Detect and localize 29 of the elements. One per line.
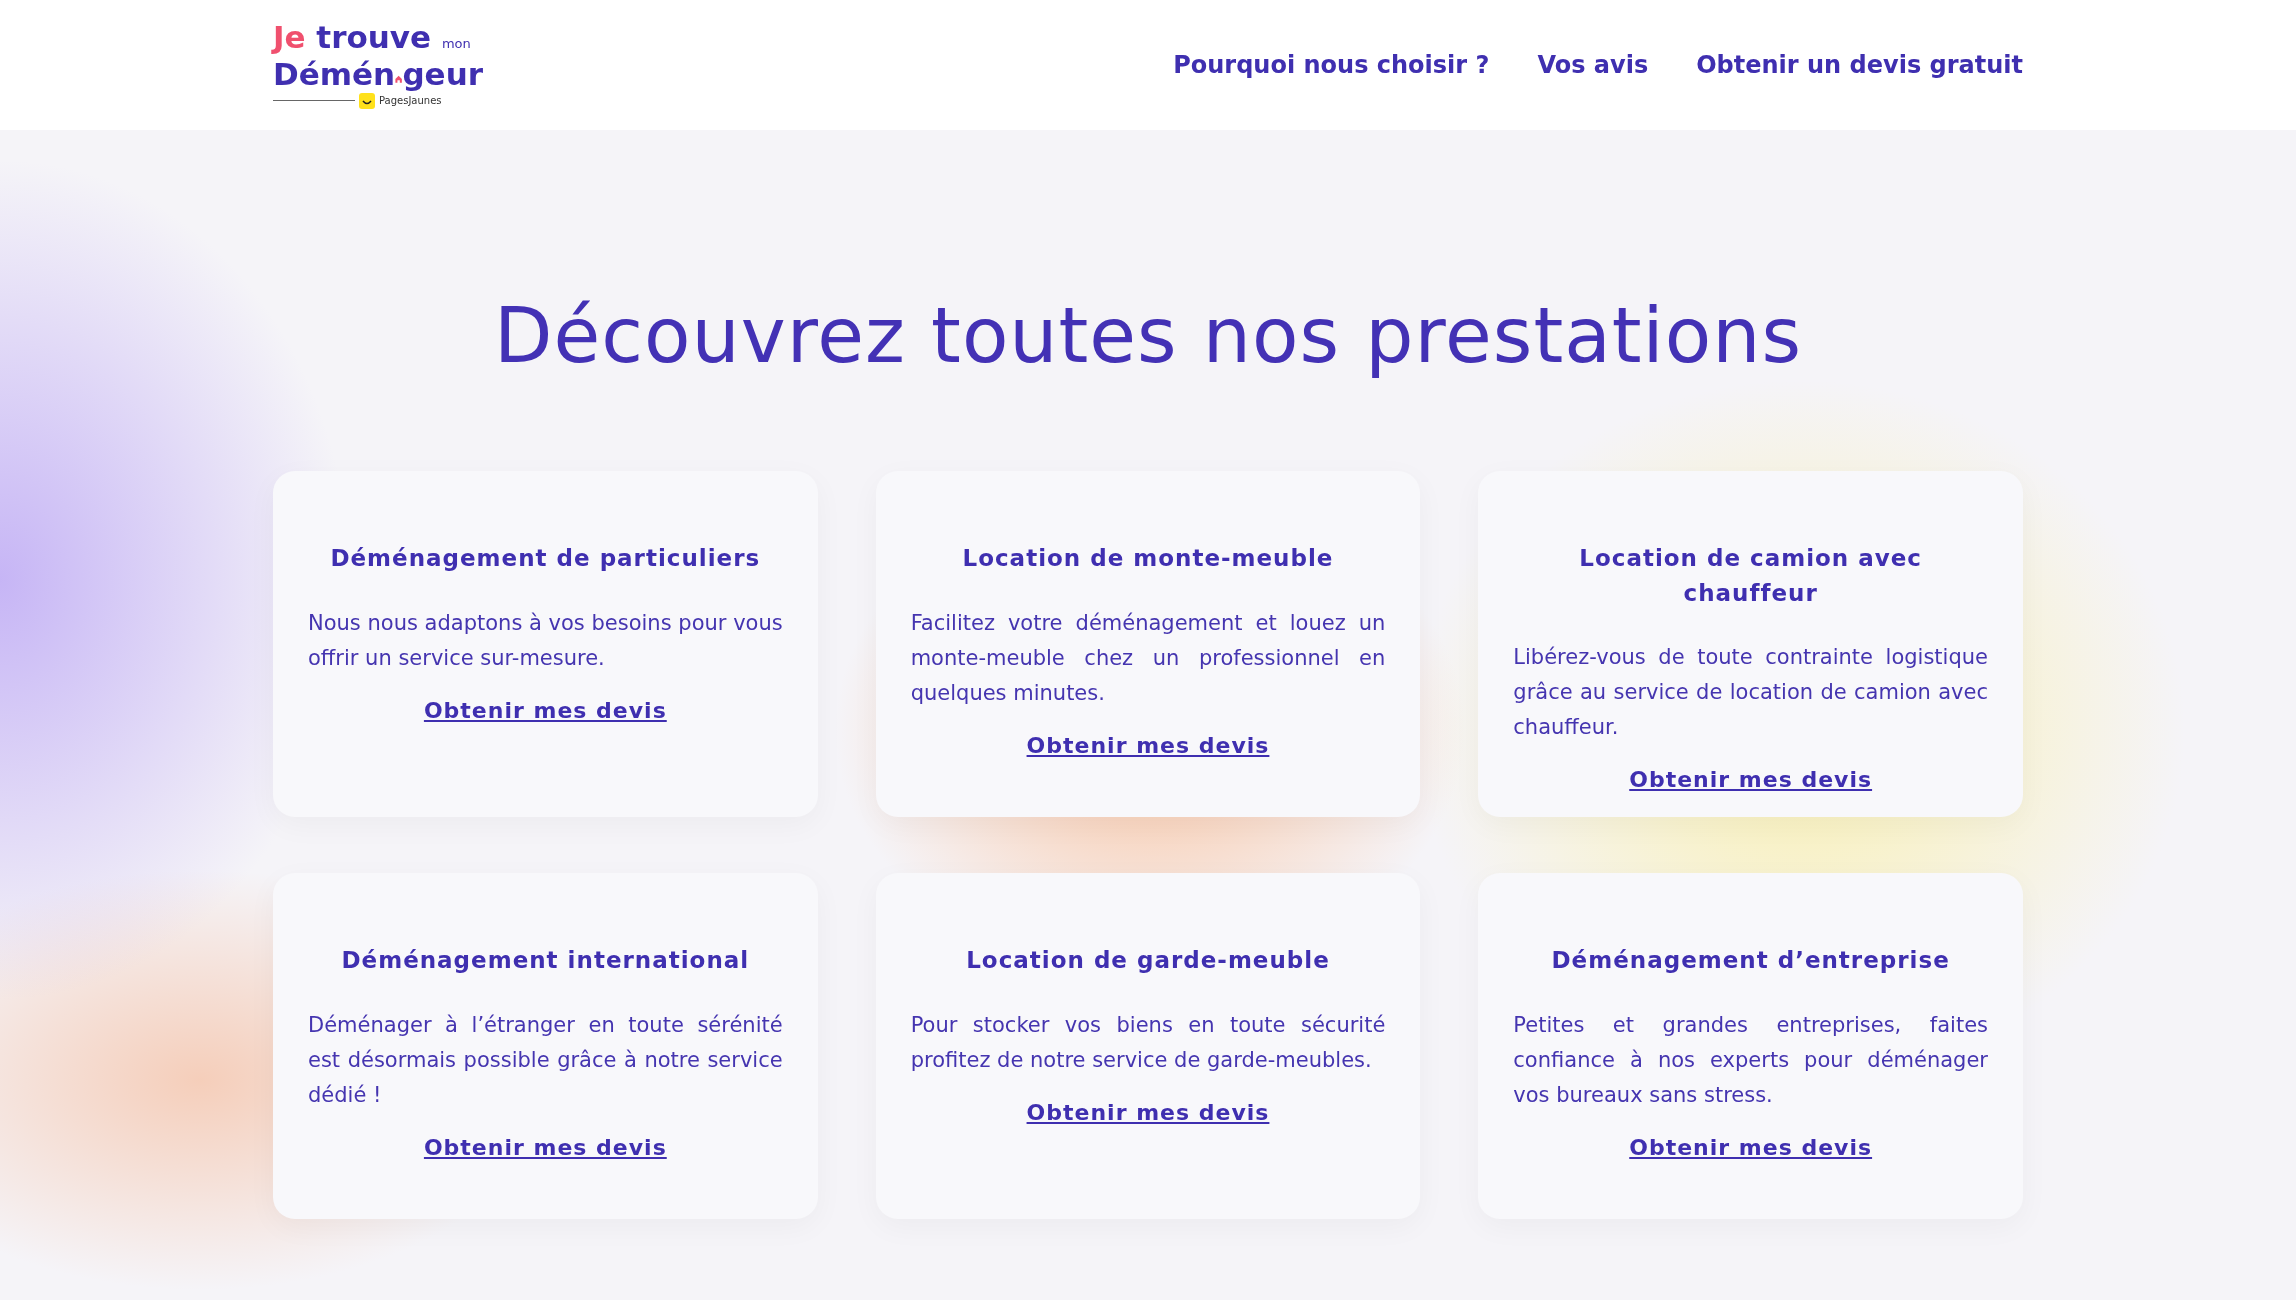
card-title: Location de monte-meuble [961,544,1335,574]
card-title: Location de camion avec chauffeur [1578,544,1923,608]
card-title: Location de garde-meuble [965,946,1331,976]
logo-text: trouve [316,18,432,55]
quote-link[interactable]: Obtenir mes devis [1026,732,1270,758]
page-heading: Découvrez toutes nos prestations [493,290,1803,382]
partner-logo-text: PagesJaunes [379,94,442,108]
quote-link[interactable]: Obtenir mes devis [1629,1134,1873,1160]
quote-link[interactable]: Obtenir mes devis [423,1134,667,1160]
logo-text: Je [273,18,306,55]
quote-link[interactable]: Obtenir mes devis [1026,1099,1270,1125]
logo-text: geur [402,58,483,89]
smiley-icon [359,92,375,109]
quote-link[interactable]: Obtenir mes devis [423,697,667,723]
quote-link[interactable]: Obtenir mes devis [1629,767,1873,793]
logo-text: Démén [273,58,396,89]
card-description: Facilitez votre déménagement et louez un monte-meuble chez un professionnel en quelques minutes. [910,609,1386,707]
nav-link[interactable]: Obtenir un devis gratuit [1696,47,2023,83]
nav-link[interactable]: Pourquoi nous choisir ? [1173,47,1490,83]
card-description: Déménager à l’étranger en toute sérénité est désormais possible grâce à notre service dédié ! [308,1011,783,1109]
card-description: Petites et grandes entreprises, faites confiance à nos experts pour déménager vos bureaux sans stress. [1513,1011,1988,1109]
card-title: Déménagement de particuliers [329,544,762,574]
card-description: Libérez-vous de toute contrainte logistique grâce au service de location de camion avec chauffeur. [1513,644,1988,742]
card-title: Déménagement international [340,946,751,976]
logo-text: mon [441,35,471,51]
card-description: Nous nous adaptons à vos besoins pour vous offrir un service sur-mesure. [308,609,783,672]
card-description: Pour stocker vos biens en toute sécurité profitez de notre service de garde-meubles. [910,1011,1386,1074]
card-title: Déménagement d’entreprise [1550,946,1951,976]
nav-link[interactable]: Vos avis [1537,47,1649,83]
